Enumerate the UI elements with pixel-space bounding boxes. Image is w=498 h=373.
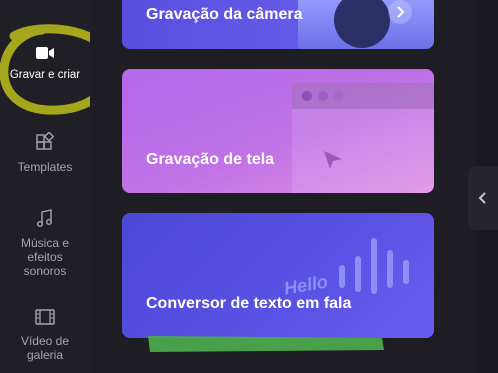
card-screen-recording[interactable]: Gravação de tela [122, 69, 434, 193]
card-camera-recording[interactable]: Gravação da câmera [122, 0, 434, 49]
person-silhouette [334, 0, 390, 48]
left-sidebar: Gravar e criar Templates Música e efeito… [0, 0, 117, 373]
sidebar-item-label: Música e efeitos sonoros [20, 236, 70, 278]
audio-waveform-icon [339, 238, 409, 294]
screen-window-illustration [292, 83, 434, 193]
sidebar-item-label: Vídeo de galeria [20, 334, 70, 362]
card-title: Conversor de texto em fala [146, 295, 352, 312]
cursor-icon [324, 151, 342, 169]
camera-preview-image [298, 0, 434, 49]
templates-icon [36, 132, 55, 150]
music-note-icon [37, 209, 52, 227]
window-titlebar [292, 83, 434, 109]
sidebar-item-label: Templates [17, 160, 73, 174]
card-title: Gravação da câmera [146, 6, 303, 23]
main-panel: Gravação da câmera Gravação de tela Hell… [90, 0, 498, 373]
film-strip-icon [35, 309, 55, 325]
chevron-left-icon [478, 192, 486, 204]
underline-annotation [148, 336, 384, 352]
sidebar-item-musica[interactable]: Música e efeitos sonoros [0, 208, 90, 278]
card-title: Gravação de tela [146, 151, 275, 168]
sidebar-item-video-de-galeria[interactable]: Vídeo de galeria [0, 306, 90, 362]
collapse-panel-button[interactable] [468, 166, 498, 230]
chevron-right-icon [397, 6, 405, 18]
sidebar-item-templates[interactable]: Templates [0, 132, 90, 174]
card-text-to-speech[interactable]: Hello Conversor de texto em fala [122, 213, 434, 338]
next-button[interactable] [388, 0, 412, 24]
